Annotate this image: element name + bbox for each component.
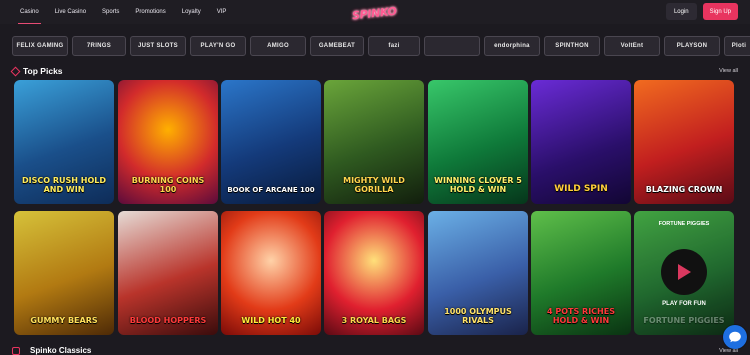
nav-item-sports[interactable]: Sports [94, 0, 127, 24]
game-title: WILD SPIN [554, 183, 608, 194]
game-tile[interactable]: 3 ROYAL BAGS [324, 211, 424, 335]
play-icon [678, 264, 691, 280]
logo-text: SPINKO [351, 4, 397, 22]
game-tile[interactable]: WILD SPIN [531, 80, 631, 204]
nav-item-casino[interactable]: Casino [12, 0, 47, 24]
nav-item-promotions[interactable]: Promotions [127, 0, 173, 24]
game-tile[interactable]: BLOOD HOPPERS [118, 211, 218, 335]
provider-item-7[interactable] [424, 36, 480, 56]
provider-gamebeat[interactable]: GAMEBEAT [310, 36, 364, 56]
game-title: GUMMY BEARS [30, 315, 98, 325]
game-title: MIGHTY WILD GORILLA [343, 176, 405, 194]
next-section-title: Spinko Classics [30, 346, 92, 355]
main-nav: Casino Live Casino Sports Promotions Loyalty… [12, 0, 234, 24]
signup-button[interactable]: Sign Up [702, 3, 738, 20]
provider-7rings[interactable]: 7RINGS [72, 36, 126, 56]
provider-ploti[interactable]: Ploti [724, 36, 750, 56]
chat-button[interactable] [723, 325, 747, 349]
section-title: Top Picks [23, 66, 63, 76]
game-title: 1000 OLYMPUS RIVALS [444, 307, 512, 325]
diamond-icon [10, 66, 21, 76]
game-title: FORTUNE PIGGIES [643, 315, 725, 325]
provider-just-slots[interactable]: JUST SLOTS [130, 36, 186, 56]
game-tile[interactable]: BURNING COINS 100 [118, 80, 218, 204]
play-for-fun-label: PLAY FOR FUN [662, 301, 706, 307]
game-title: DISCO RUSH HOLD AND WIN [22, 176, 106, 194]
auth-buttons: Login Sign Up [665, 3, 738, 20]
provider-felix-gaming[interactable]: FELIX GAMING [12, 36, 68, 56]
brand-logo[interactable]: SPINKO [351, 3, 397, 23]
game-title: BOOK OF ARCANE 100 [227, 185, 315, 194]
game-title: 4 POTS RICHES HOLD & WIN [547, 307, 615, 325]
overlay-title: FORTUNE PIGGIES [658, 221, 710, 227]
game-tile[interactable]: 1000 OLYMPUS RIVALS [428, 211, 528, 335]
game-title: WILD HOT 40 [241, 315, 301, 325]
nav-item-live-casino[interactable]: Live Casino [47, 0, 94, 24]
login-button[interactable]: Login [665, 3, 697, 20]
provider-endorphina[interactable]: endorphina [484, 36, 540, 56]
provider-playson[interactable]: PLAYSON [664, 36, 720, 56]
game-title: BURNING COINS 100 [131, 176, 205, 194]
top-picks-header: Top Picks View all [10, 64, 738, 78]
game-tile[interactable]: GUMMY BEARS [14, 211, 114, 335]
game-title: 3 ROYAL BAGS [341, 315, 407, 325]
view-all-link[interactable]: View all [719, 68, 738, 74]
game-tile[interactable]: BOOK OF ARCANE 100 [221, 80, 321, 204]
game-tile[interactable]: BLAZING CROWN [634, 80, 734, 204]
game-tile[interactable]: MIGHTY WILD GORILLA [324, 80, 424, 204]
game-tile[interactable]: WILD HOT 40 [221, 211, 321, 335]
game-tile[interactable]: 4 POTS RICHES HOLD & WIN [531, 211, 631, 335]
chat-icon [729, 331, 741, 343]
nav-item-loyalty[interactable]: Loyalty [174, 0, 209, 24]
nav-item-vip[interactable]: VIP [209, 0, 235, 24]
provider-play-n-go[interactable]: PLAY'N GO [190, 36, 246, 56]
game-tile[interactable]: DISCO RUSH HOLD AND WIN [14, 80, 114, 204]
provider-amigo[interactable]: AMIGO [250, 36, 306, 56]
game-title: BLAZING CROWN [645, 184, 723, 194]
game-title: BLOOD HOPPERS [129, 315, 207, 325]
game-title: WINNING CLOVER 5 HOLD & WIN [434, 176, 522, 194]
play-button[interactable] [661, 249, 707, 295]
provider-strip: FELIX GAMING 7RINGS JUST SLOTS PLAY'N GO AMI… [12, 36, 750, 56]
classics-icon [12, 347, 20, 355]
provider-voltent[interactable]: VoltEnt [604, 36, 660, 56]
provider-spinthon[interactable]: SPINTHON [544, 36, 600, 56]
provider-fazi[interactable]: fazi [368, 36, 420, 56]
game-tile[interactable]: FORTUNE PIGGIES FORTUNE PIGGIES PLAY FOR F… [634, 211, 734, 335]
game-tile[interactable]: WINNING CLOVER 5 HOLD & WIN [428, 80, 528, 204]
